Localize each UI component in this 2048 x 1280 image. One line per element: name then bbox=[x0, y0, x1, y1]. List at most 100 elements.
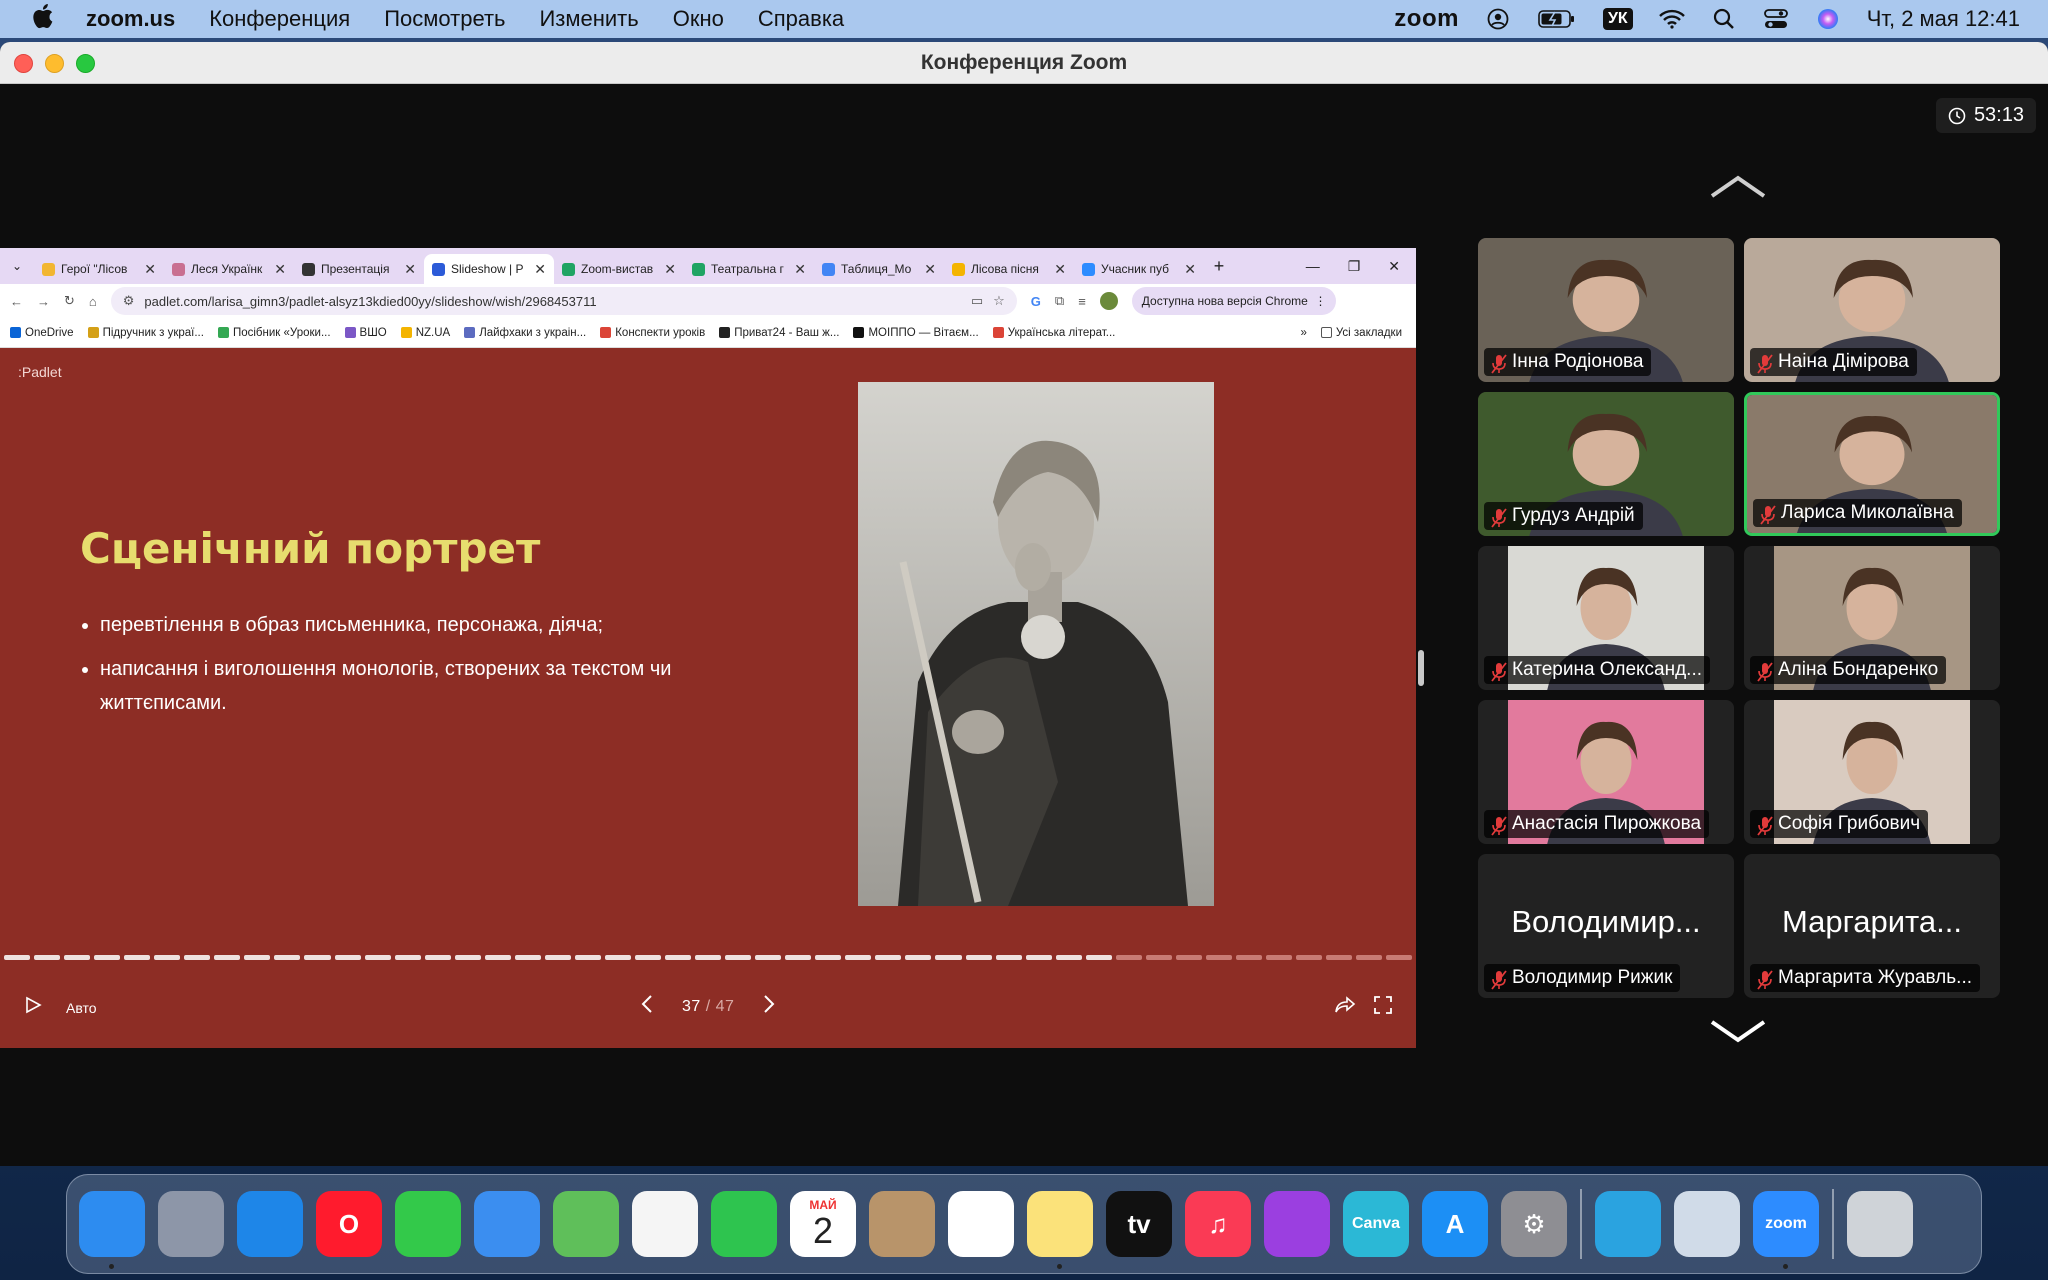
browser-tab[interactable]: Леся Українк ✕ bbox=[164, 254, 294, 284]
tab-close-icon[interactable]: ✕ bbox=[404, 261, 416, 278]
tab-close-icon[interactable]: ✕ bbox=[144, 261, 156, 278]
bookmark-item[interactable]: NZ.UA bbox=[400, 327, 450, 339]
browser-minimize-icon[interactable]: — bbox=[1306, 258, 1320, 275]
menu-edit[interactable]: Изменить bbox=[539, 6, 638, 32]
new-tab-button[interactable]: + bbox=[1204, 256, 1234, 277]
gallery-up-chevron-icon[interactable] bbox=[1710, 174, 1766, 203]
contacts-icon[interactable] bbox=[869, 1191, 935, 1257]
menu-view[interactable]: Посмотреть bbox=[384, 6, 505, 32]
tab-close-icon[interactable]: ✕ bbox=[664, 261, 676, 278]
gallery-down-chevron-icon[interactable] bbox=[1710, 1020, 1766, 1049]
fullscreen-window-button[interactable] bbox=[76, 54, 95, 73]
app-menu[interactable]: zoom.us bbox=[86, 6, 175, 32]
fullscreen-icon[interactable] bbox=[1374, 996, 1392, 1017]
participant-tile[interactable]: Аліна Бондаренко bbox=[1744, 546, 2000, 690]
zoom-icon[interactable]: zoom bbox=[1753, 1191, 1819, 1269]
tab-search-chevron-icon[interactable]: ⌄ bbox=[0, 259, 34, 273]
clock[interactable]: Чт, 2 мая 12:41 bbox=[1867, 6, 2020, 32]
back-icon[interactable]: ← bbox=[10, 294, 23, 309]
bookmark-item[interactable]: Українська літерат... bbox=[992, 327, 1115, 339]
bookmark-star-icon[interactable]: ☆ bbox=[993, 293, 1005, 309]
spotlight-search-icon[interactable] bbox=[1711, 6, 1737, 32]
participant-tile[interactable]: Володимир... Володимир Рижик bbox=[1478, 854, 1734, 998]
more-bookmarks-icon[interactable]: » bbox=[1300, 327, 1306, 339]
tab-close-icon[interactable]: ✕ bbox=[794, 261, 806, 278]
browser-tab[interactable]: Zoom-вистав ✕ bbox=[554, 254, 684, 284]
close-window-button[interactable] bbox=[14, 54, 33, 73]
minimize-window-button[interactable] bbox=[45, 54, 64, 73]
participant-tile[interactable]: Анастасія Пирожкова bbox=[1478, 700, 1734, 844]
participant-tile[interactable]: Маргарита... Маргарита Журавль... bbox=[1744, 854, 2000, 998]
browser-close-icon[interactable]: ✕ bbox=[1388, 258, 1400, 275]
address-bar[interactable]: ⚙ padlet.com/larisa_gimn3/padlet-alsyz13… bbox=[110, 287, 1017, 315]
bookmark-item[interactable]: МОІППО — Вітаєм... bbox=[853, 327, 979, 339]
browser-restore-icon[interactable]: ❐ bbox=[1348, 258, 1361, 275]
participant-tile[interactable]: Катерина Олександ... bbox=[1478, 546, 1734, 690]
home-icon[interactable]: ⌂ bbox=[89, 294, 97, 309]
tab-close-icon[interactable]: ✕ bbox=[274, 261, 286, 278]
apple-tv-icon[interactable]: tv bbox=[1106, 1191, 1172, 1257]
control-center-icon[interactable] bbox=[1763, 6, 1789, 32]
battery-icon[interactable] bbox=[1537, 6, 1577, 32]
next-slide-icon[interactable] bbox=[762, 994, 776, 1019]
podcasts-icon[interactable] bbox=[1264, 1191, 1330, 1257]
tab-close-icon[interactable]: ✕ bbox=[1184, 261, 1196, 278]
facetime-icon[interactable] bbox=[711, 1191, 777, 1257]
forward-icon[interactable]: → bbox=[37, 294, 50, 309]
reminders-icon[interactable] bbox=[948, 1191, 1014, 1257]
input-source-badge[interactable]: УК bbox=[1602, 8, 1633, 30]
extensions-icon[interactable]: ⧉ bbox=[1055, 293, 1064, 309]
wifi-icon[interactable] bbox=[1658, 6, 1685, 32]
play-icon[interactable] bbox=[24, 996, 42, 1017]
browser-tab[interactable]: Slideshow | P ✕ bbox=[424, 254, 554, 284]
cast-icon[interactable]: ▭ bbox=[971, 293, 983, 309]
bookmark-item[interactable]: Підручник з украї... bbox=[87, 327, 204, 339]
share-icon[interactable] bbox=[1334, 996, 1356, 1017]
participant-tile[interactable]: Лариса Миколаївна bbox=[1744, 392, 2000, 536]
opera-icon[interactable]: O bbox=[316, 1191, 382, 1257]
bookmark-item[interactable]: ВШО bbox=[344, 327, 387, 339]
calendar-icon[interactable]: МАЙ 2 bbox=[790, 1191, 856, 1257]
messages-icon[interactable] bbox=[395, 1191, 461, 1257]
tab-close-icon[interactable]: ✕ bbox=[534, 261, 546, 278]
tab-close-icon[interactable]: ✕ bbox=[924, 261, 936, 278]
telegram-icon[interactable] bbox=[1595, 1191, 1661, 1257]
meeting-timer[interactable]: 53:13 bbox=[1935, 98, 2036, 133]
finder-icon[interactable] bbox=[79, 1191, 145, 1269]
maps-icon[interactable] bbox=[553, 1191, 619, 1257]
bookmark-item[interactable]: Посібник «Уроки... bbox=[217, 327, 331, 339]
tab-close-icon[interactable]: ✕ bbox=[1054, 261, 1066, 278]
chrome-update-button[interactable]: Доступна нова версія Chrome ⋮ bbox=[1131, 287, 1337, 315]
browser-tab[interactable]: Презентація ✕ bbox=[294, 254, 424, 284]
app-store-icon[interactable]: A bbox=[1422, 1191, 1488, 1257]
photos-icon[interactable] bbox=[632, 1191, 698, 1257]
browser-tab[interactable]: Таблиця_Мо ✕ bbox=[814, 254, 944, 284]
menu-window[interactable]: Окно bbox=[673, 6, 724, 32]
all-bookmarks-folder[interactable]: Усі закладки bbox=[1320, 327, 1416, 339]
reading-list-icon[interactable]: ≡ bbox=[1078, 294, 1086, 309]
zoom-menu-extra[interactable]: zoom bbox=[1394, 5, 1459, 33]
trash-icon[interactable] bbox=[1847, 1191, 1913, 1257]
notes-icon[interactable] bbox=[1027, 1191, 1093, 1269]
bookmark-item[interactable]: Лайфхаки з украін... bbox=[464, 327, 586, 339]
menu-help[interactable]: Справка bbox=[758, 6, 844, 32]
siri-icon[interactable] bbox=[1815, 6, 1841, 32]
preview-icon[interactable] bbox=[1674, 1191, 1740, 1257]
browser-tab[interactable]: Учасник пуб ✕ bbox=[1074, 254, 1204, 284]
canva-icon[interactable]: Canva bbox=[1343, 1191, 1409, 1257]
site-info-icon[interactable]: ⚙ bbox=[123, 293, 135, 309]
system-settings-icon[interactable]: ⚙ bbox=[1501, 1191, 1567, 1257]
music-icon[interactable]: ♫ bbox=[1185, 1191, 1251, 1257]
bookmark-item[interactable]: OneDrive bbox=[10, 327, 74, 339]
bookmark-item[interactable]: Приват24 - Ваш ж... bbox=[719, 327, 839, 339]
autoplay-label[interactable]: Авто bbox=[66, 1000, 97, 1016]
safari-icon[interactable] bbox=[237, 1191, 303, 1257]
panel-resize-handle[interactable] bbox=[1418, 650, 1424, 686]
apple-menu-icon[interactable] bbox=[30, 2, 70, 37]
translate-icon[interactable]: G bbox=[1031, 294, 1041, 309]
user-account-icon[interactable] bbox=[1485, 6, 1511, 32]
browser-tab[interactable]: Лісова пісня ✕ bbox=[944, 254, 1074, 284]
participant-tile[interactable]: Софія Грибович bbox=[1744, 700, 2000, 844]
bookmark-item[interactable]: Конспекти уроків bbox=[600, 327, 705, 339]
profile-avatar[interactable] bbox=[1099, 292, 1118, 310]
